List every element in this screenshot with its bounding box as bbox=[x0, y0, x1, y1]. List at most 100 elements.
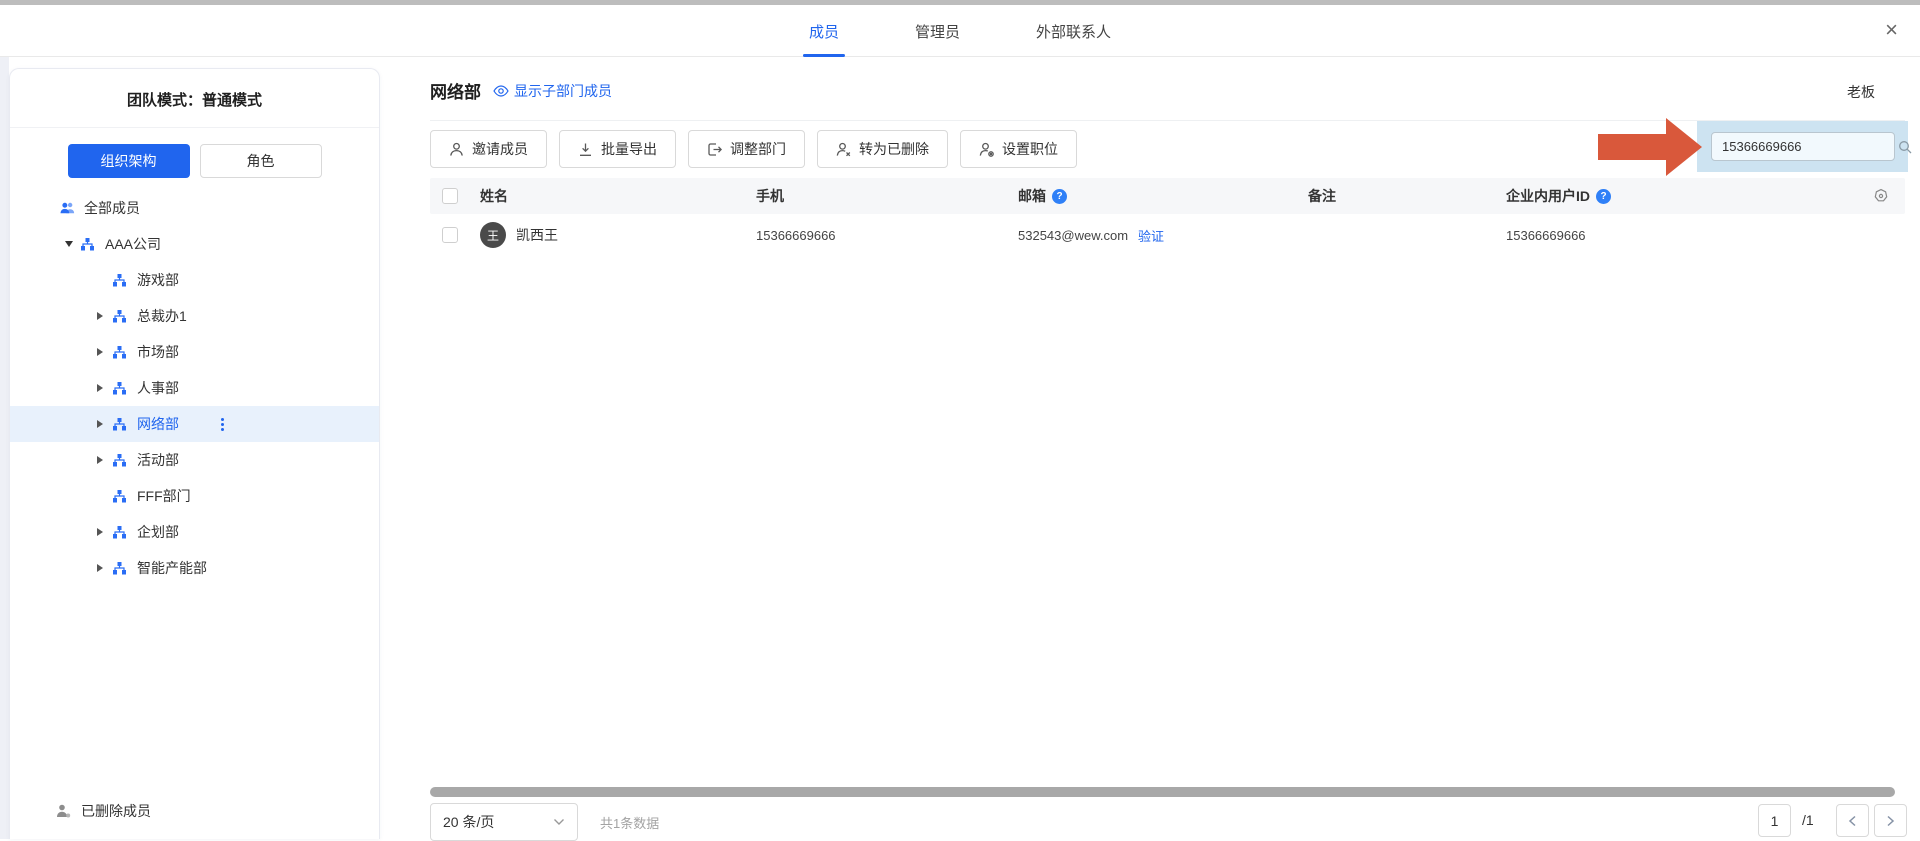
set-position-label: 设置职位 bbox=[1002, 139, 1058, 159]
mode-switch: 组织架构 角色 bbox=[10, 144, 379, 178]
invite-member-label: 邀请成员 bbox=[472, 139, 528, 159]
tab-external-contacts-label: 外部联系人 bbox=[1036, 21, 1111, 42]
caret-right-icon[interactable] bbox=[97, 528, 113, 536]
column-phone: 手机 bbox=[748, 186, 1010, 206]
total-count-text: 共1条数据 bbox=[600, 813, 659, 832]
deleted-members-entry[interactable]: 已删除成员 bbox=[10, 793, 379, 829]
toolbar: 邀请成员 批量导出 调整部门 转为已删除 bbox=[430, 130, 1077, 168]
tab-members-label: 成员 bbox=[809, 21, 839, 42]
top-header: 成员 管理员 外部联系人 × bbox=[0, 5, 1920, 57]
tree-item-dept-events[interactable]: 活动部 bbox=[10, 442, 379, 478]
set-position-button[interactable]: 设置职位 bbox=[960, 130, 1077, 168]
member-user-id: 15366669666 bbox=[1498, 228, 1861, 243]
search-field bbox=[1711, 132, 1895, 161]
total-pages-label: /1 bbox=[1802, 812, 1814, 828]
next-page-button[interactable] bbox=[1874, 804, 1907, 837]
tree-item-dept-network[interactable]: 网络部 bbox=[10, 406, 379, 442]
caret-right-icon[interactable] bbox=[97, 384, 113, 392]
caret-right-icon[interactable] bbox=[97, 312, 113, 320]
move-to-deleted-button[interactable]: 转为已删除 bbox=[817, 130, 948, 168]
adjust-department-icon bbox=[707, 142, 722, 157]
page-size-value: 20 条/页 bbox=[443, 812, 494, 832]
tree-label: 企划部 bbox=[137, 522, 179, 542]
deleted-member-icon bbox=[56, 804, 71, 818]
tree-item-dept-hr[interactable]: 人事部 bbox=[10, 370, 379, 406]
members-table: 姓名 手机 邮箱 ? 备注 企业内用户ID ? 王 凯西王 1536666966… bbox=[430, 178, 1905, 256]
department-icon bbox=[113, 489, 128, 503]
tree-item-company[interactable]: AAA公司 bbox=[10, 226, 379, 262]
tab-admins-label: 管理员 bbox=[915, 21, 960, 42]
roles-button[interactable]: 角色 bbox=[200, 144, 322, 178]
department-tree: 全部成员 AAA公司 游戏部 bbox=[10, 190, 379, 586]
member-name: 凯西王 bbox=[516, 225, 558, 245]
chevron-down-icon bbox=[553, 818, 565, 826]
caret-right-icon[interactable] bbox=[97, 348, 113, 356]
tree-item-dept-smart-capacity[interactable]: 智能产能部 bbox=[10, 550, 379, 586]
batch-export-button[interactable]: 批量导出 bbox=[559, 130, 676, 168]
caret-right-icon[interactable] bbox=[97, 420, 113, 428]
people-group-icon bbox=[60, 201, 75, 215]
member-email-cell: 532543@wew.com 验证 bbox=[1010, 226, 1300, 245]
search-icon[interactable] bbox=[1898, 140, 1912, 154]
department-icon bbox=[113, 525, 128, 539]
department-icon bbox=[113, 453, 128, 467]
tree-item-dept-marketing[interactable]: 市场部 bbox=[10, 334, 379, 370]
member-name-cell: 王 凯西王 bbox=[472, 222, 748, 248]
tree-label: FFF部门 bbox=[137, 486, 191, 506]
tree-item-all-members[interactable]: 全部成员 bbox=[10, 190, 379, 226]
horizontal-scrollbar[interactable] bbox=[430, 787, 1895, 797]
sidebar-divider bbox=[10, 127, 379, 128]
caret-right-icon[interactable] bbox=[97, 456, 113, 464]
annotation-arrow-head bbox=[1666, 118, 1702, 176]
tree-item-dept-fff[interactable]: FFF部门 bbox=[10, 478, 379, 514]
caret-down-icon[interactable] bbox=[65, 241, 81, 247]
batch-export-label: 批量导出 bbox=[601, 139, 657, 159]
chevron-right-icon bbox=[1886, 815, 1895, 827]
page-size-select[interactable]: 20 条/页 bbox=[430, 803, 578, 841]
department-icon bbox=[113, 561, 128, 575]
table-row[interactable]: 王 凯西王 15366669666 532543@wew.com 验证 1536… bbox=[430, 214, 1905, 256]
column-remark: 备注 bbox=[1300, 186, 1498, 206]
tree-item-dept-games[interactable]: 游戏部 bbox=[10, 262, 379, 298]
tab-admins[interactable]: 管理员 bbox=[915, 5, 960, 57]
sidebar: 团队模式：普通模式 组织架构 角色 全部成员 bbox=[9, 68, 380, 839]
move-to-deleted-label: 转为已删除 bbox=[859, 139, 929, 159]
active-tab-underline bbox=[803, 54, 845, 57]
adjust-department-button[interactable]: 调整部门 bbox=[688, 130, 805, 168]
tree-item-dept-planning[interactable]: 企划部 bbox=[10, 514, 379, 550]
search-input[interactable] bbox=[1712, 139, 1898, 154]
column-user-id: 企业内用户ID ? bbox=[1498, 186, 1861, 206]
verify-email-link[interactable]: 验证 bbox=[1138, 226, 1164, 245]
column-email: 邮箱 ? bbox=[1010, 186, 1300, 206]
department-icon bbox=[113, 309, 128, 323]
tab-members[interactable]: 成员 bbox=[809, 5, 839, 57]
invite-member-button[interactable]: 邀请成员 bbox=[430, 130, 547, 168]
invite-member-icon bbox=[449, 142, 464, 157]
more-options-icon[interactable] bbox=[221, 418, 224, 431]
department-icon bbox=[113, 381, 128, 395]
row-checkbox[interactable] bbox=[442, 227, 458, 243]
email-help-icon[interactable]: ? bbox=[1052, 189, 1067, 204]
org-structure-button[interactable]: 组织架构 bbox=[68, 144, 190, 178]
user-id-help-icon[interactable]: ? bbox=[1596, 189, 1611, 204]
column-settings-icon[interactable] bbox=[1873, 188, 1905, 204]
tree-label: 人事部 bbox=[137, 378, 179, 398]
tree-item-dept-president-office[interactable]: 总裁办1 bbox=[10, 298, 379, 334]
previous-page-button[interactable] bbox=[1836, 804, 1869, 837]
tree-label: 智能产能部 bbox=[137, 558, 207, 578]
tab-bar: 成员 管理员 外部联系人 bbox=[809, 5, 1111, 57]
tab-external-contacts[interactable]: 外部联系人 bbox=[1036, 5, 1111, 57]
show-subdepartment-label: 显示子部门成员 bbox=[514, 81, 612, 101]
show-subdepartment-link[interactable]: 显示子部门成员 bbox=[493, 81, 612, 101]
select-all-checkbox[interactable] bbox=[442, 188, 458, 204]
page-title: 网络部 bbox=[430, 78, 481, 103]
member-email: 532543@wew.com bbox=[1018, 228, 1128, 243]
batch-export-icon bbox=[578, 142, 593, 157]
close-icon[interactable]: × bbox=[1885, 19, 1898, 41]
chevron-left-icon bbox=[1848, 815, 1857, 827]
column-name: 姓名 bbox=[472, 186, 748, 206]
caret-right-icon[interactable] bbox=[97, 564, 113, 572]
current-page-input[interactable]: 1 bbox=[1758, 804, 1791, 837]
tree-label: AAA公司 bbox=[105, 234, 161, 254]
team-mode-title: 团队模式：普通模式 bbox=[10, 69, 379, 110]
